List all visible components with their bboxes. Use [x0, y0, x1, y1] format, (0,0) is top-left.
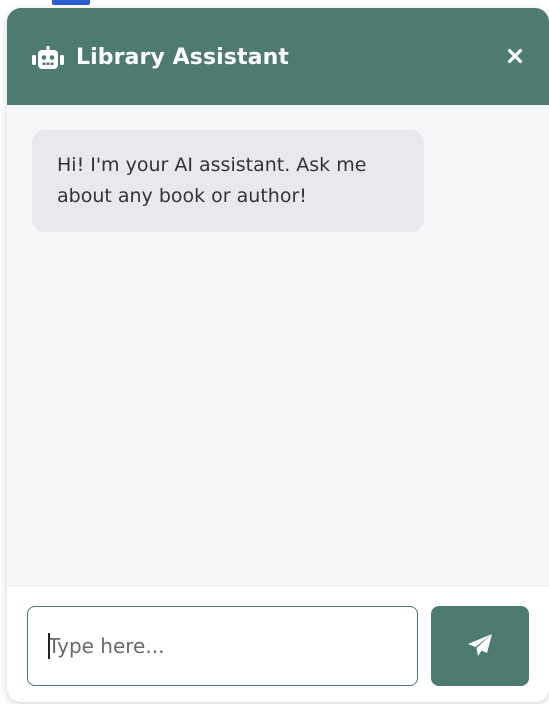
bot-message: Hi! I'm your AI assistant. Ask me about … — [32, 130, 424, 232]
chat-title: Library Assistant — [76, 45, 289, 70]
paper-plane-icon — [467, 633, 493, 660]
message-input[interactable] — [27, 606, 418, 686]
input-bar — [7, 585, 549, 702]
chat-window: Library Assistant Hi! I'm your AI assist… — [7, 8, 549, 702]
chat-header: Library Assistant — [7, 8, 549, 105]
send-button[interactable] — [431, 606, 529, 686]
close-button[interactable] — [501, 44, 529, 72]
messages-area[interactable]: Hi! I'm your AI assistant. Ask me about … — [7, 105, 549, 585]
close-icon — [507, 48, 523, 68]
text-cursor — [48, 633, 50, 659]
underlying-page-tab-indicator — [52, 0, 90, 5]
robot-icon — [32, 46, 64, 72]
